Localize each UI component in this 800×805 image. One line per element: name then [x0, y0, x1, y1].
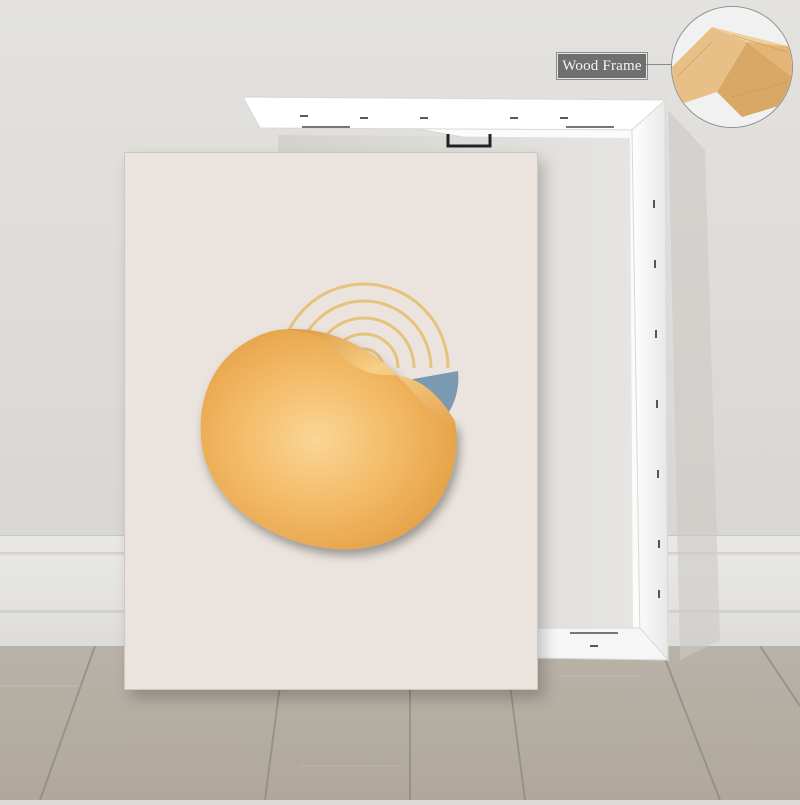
wood-frame-corner-detail-icon: [671, 6, 793, 128]
callout-connector: [646, 64, 674, 65]
wood-frame-corner-image: [672, 7, 792, 127]
wood-frame-label: Wood Frame: [556, 52, 648, 80]
gold-circle: [200, 329, 457, 550]
canvas-front: [124, 152, 538, 690]
product-photo-scene: Wood Frame: [0, 0, 800, 801]
artwork: [200, 282, 459, 550]
